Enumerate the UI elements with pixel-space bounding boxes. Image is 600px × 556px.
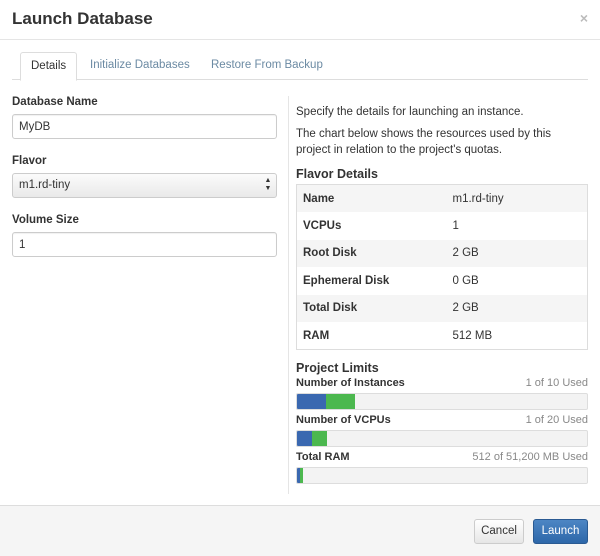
limit-label: Number of VCPUs xyxy=(296,414,391,426)
dialog-footer: Cancel Launch xyxy=(0,505,600,556)
details-form: Database Name Flavor m1.rd-tiny ▲▼ Volum… xyxy=(12,96,280,257)
quota-bar-added xyxy=(312,431,327,446)
flavor-select[interactable]: m1.rd-tiny ▲ ▼ xyxy=(12,173,277,198)
table-row: Name m1.rd-tiny xyxy=(296,184,588,212)
project-limits-heading: Project Limits xyxy=(296,361,379,375)
flavor-details-table: Name m1.rd-tiny VCPUs 1 Root Disk 2 GB E… xyxy=(296,184,588,350)
column-divider xyxy=(288,96,289,494)
tab-details[interactable]: Details xyxy=(20,52,78,81)
flavor-value: 1 xyxy=(452,219,459,232)
limit-label: Number of Instances xyxy=(296,377,405,389)
tab-restore-from-backup[interactable]: Restore From Backup xyxy=(201,52,333,81)
flavor-key: Ephemeral Disk xyxy=(303,274,390,287)
flavor-key: Name xyxy=(296,184,447,212)
table-row: Total Disk 2 GB xyxy=(296,294,588,322)
flavor-select-value: m1.rd-tiny xyxy=(19,179,71,191)
flavor-label: Flavor xyxy=(12,155,47,167)
table-row: VCPUs 1 xyxy=(297,212,588,240)
launch-database-dialog: Launch Database × Details Initialize Dat… xyxy=(0,0,600,556)
flavor-value: m1.rd-tiny xyxy=(446,184,588,212)
volume-size-label: Volume Size xyxy=(12,214,79,226)
flavor-value: 0 GB xyxy=(452,274,479,287)
database-name-label: Database Name xyxy=(12,96,98,108)
flavor-key: VCPUs xyxy=(303,219,342,232)
select-updown-icon: ▲ ▼ xyxy=(264,177,272,192)
quota-bar xyxy=(296,467,588,484)
limit-used-text: 1 of 20 Used xyxy=(525,414,588,426)
tab-initialize-databases[interactable]: Initialize Databases xyxy=(80,52,200,81)
flavor-key: Root Disk xyxy=(296,239,447,267)
dialog-header: Launch Database × xyxy=(0,0,600,40)
quota-bar xyxy=(296,430,588,447)
launch-button[interactable]: Launch xyxy=(533,519,588,544)
limit-used-text: 1 of 10 Used xyxy=(525,377,588,389)
quota-bar xyxy=(296,393,588,410)
flavor-key: RAM xyxy=(303,329,330,342)
flavor-details-heading: Flavor Details xyxy=(296,167,378,181)
quota-bar-used xyxy=(297,431,312,446)
flavor-key: Total Disk xyxy=(296,294,447,322)
dialog-title: Launch Database xyxy=(12,9,153,28)
quota-bar-added xyxy=(300,468,303,483)
limit-instances: Number of Instances 1 of 10 Used xyxy=(296,377,588,410)
limit-label: Total RAM xyxy=(296,451,350,463)
table-row: Root Disk 2 GB xyxy=(296,239,588,267)
cancel-button[interactable]: Cancel xyxy=(474,519,524,544)
quota-bar-used xyxy=(297,394,326,409)
info-description-2: The chart below shows the resources used… xyxy=(296,128,552,156)
quota-bar-added xyxy=(326,394,355,409)
tab-bar: Details Initialize Databases Restore Fro… xyxy=(12,52,588,81)
limit-used-text: 512 of 51,200 MB Used xyxy=(472,451,588,463)
table-row: Ephemeral Disk 0 GB xyxy=(297,267,588,295)
database-name-input[interactable] xyxy=(12,114,277,139)
info-description-1: Specify the details for launching an ins… xyxy=(296,106,524,118)
limit-vcpus: Number of VCPUs 1 of 20 Used xyxy=(296,414,588,447)
flavor-value: 2 GB xyxy=(446,239,588,267)
flavor-value: 2 GB xyxy=(446,294,588,322)
table-row: RAM 512 MB xyxy=(297,322,588,350)
limit-total-ram: Total RAM 512 of 51,200 MB Used xyxy=(296,451,588,484)
volume-size-input[interactable] xyxy=(12,232,277,257)
flavor-value: 512 MB xyxy=(452,329,493,342)
info-panel: Specify the details for launching an ins… xyxy=(296,104,588,484)
close-button[interactable]: × xyxy=(580,10,588,26)
